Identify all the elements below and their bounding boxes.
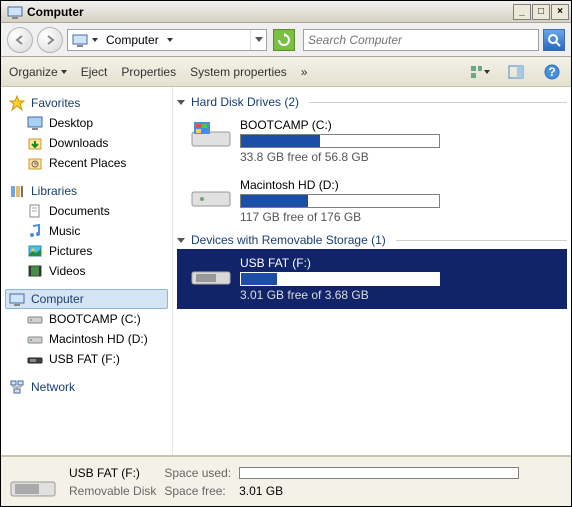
recent-icon — [27, 155, 43, 171]
sidebar-item-videos[interactable]: Videos — [5, 261, 168, 281]
preview-pane-button[interactable] — [505, 62, 527, 82]
address-bar[interactable]: Computer — [67, 29, 267, 51]
search-box[interactable] — [303, 29, 539, 51]
hdd-icon — [190, 178, 232, 210]
drive-bootcamp[interactable]: BOOTCAMP (C:) 33.8 GB free of 56.8 GB — [177, 111, 567, 171]
videos-icon — [27, 263, 43, 279]
eject-button[interactable]: Eject — [81, 65, 108, 79]
status-free-value: 3.01 GB — [239, 483, 525, 499]
group-removable[interactable]: Devices with Removable Storage (1) — [177, 231, 567, 249]
minimize-button[interactable]: _ — [513, 4, 531, 20]
status-usage-bar — [239, 467, 519, 479]
toolbar: Organize Eject Properties System propert… — [1, 57, 571, 87]
group-hard-disks[interactable]: Hard Disk Drives (2) — [177, 93, 567, 111]
sidebar-item-bootcamp[interactable]: BOOTCAMP (C:) — [5, 309, 168, 329]
usb-icon — [9, 464, 57, 500]
sidebar-item-downloads[interactable]: Downloads — [5, 133, 168, 153]
downloads-icon — [27, 135, 43, 151]
star-icon — [9, 95, 25, 111]
forward-button[interactable] — [37, 27, 63, 53]
sidebar-item-desktop[interactable]: Desktop — [5, 113, 168, 133]
hdd-icon — [190, 118, 232, 150]
desktop-icon — [27, 115, 43, 131]
sidebar-item-pictures[interactable]: Pictures — [5, 241, 168, 261]
search-input[interactable] — [308, 33, 534, 47]
status-type: Removable Disk — [69, 483, 162, 499]
back-button[interactable] — [7, 27, 33, 53]
close-button[interactable]: × — [551, 4, 569, 20]
sidebar-item-recent[interactable]: Recent Places — [5, 153, 168, 173]
sidebar-item-documents[interactable]: Documents — [5, 201, 168, 221]
usage-bar — [240, 194, 440, 208]
maximize-button[interactable]: □ — [532, 4, 550, 20]
organize-menu[interactable]: Organize — [9, 65, 67, 79]
computer-icon — [7, 4, 23, 20]
nav-bar: Computer — [1, 23, 571, 57]
documents-icon — [27, 203, 43, 219]
usage-bar — [240, 134, 440, 148]
search-button[interactable] — [543, 29, 565, 51]
collapse-icon[interactable] — [177, 238, 185, 243]
computer-icon — [9, 291, 25, 307]
svg-text:?: ? — [548, 65, 555, 79]
window-title: Computer — [27, 5, 513, 19]
sidebar-item-usbfat[interactable]: USB FAT (F:) — [5, 349, 168, 369]
drive-macintosh[interactable]: Macintosh HD (D:) 117 GB free of 176 GB — [177, 171, 567, 231]
refresh-button[interactable] — [273, 29, 295, 51]
explorer-window: Computer _ □ × Computer Organize Eject P… — [0, 0, 572, 507]
sidebar-computer[interactable]: Computer — [5, 289, 168, 309]
content-pane: Hard Disk Drives (2) BOOTCAMP (C:) 33.8 … — [173, 87, 571, 455]
properties-button[interactable]: Properties — [121, 65, 176, 79]
sidebar-favorites[interactable]: Favorites — [5, 93, 168, 113]
address-dropdown[interactable] — [250, 30, 266, 50]
collapse-icon[interactable] — [177, 100, 185, 105]
usb-icon — [27, 351, 43, 367]
hdd-icon — [27, 331, 43, 347]
breadcrumb-computer[interactable]: Computer — [106, 33, 159, 47]
pictures-icon — [27, 243, 43, 259]
toolbar-overflow[interactable]: » — [301, 65, 308, 79]
titlebar[interactable]: Computer _ □ × — [1, 1, 571, 23]
sidebar-libraries[interactable]: Libraries — [5, 181, 168, 201]
chevron-down-icon[interactable] — [167, 38, 173, 42]
status-name: USB FAT (F:) — [69, 465, 162, 481]
libraries-icon — [9, 183, 25, 199]
music-icon — [27, 223, 43, 239]
hdd-icon — [27, 311, 43, 327]
view-button[interactable] — [469, 62, 491, 82]
status-bar: USB FAT (F:) Space used: Removable Disk … — [1, 456, 571, 506]
sidebar-network[interactable]: Network — [5, 377, 168, 397]
system-properties-button[interactable]: System properties — [190, 65, 287, 79]
usage-bar — [240, 272, 440, 286]
navigation-pane: Favorites Desktop Downloads Recent Place… — [1, 87, 173, 455]
help-button[interactable]: ? — [541, 62, 563, 82]
usb-icon — [190, 256, 232, 288]
network-icon — [9, 379, 25, 395]
drive-usbfat[interactable]: USB FAT (F:) 3.01 GB free of 3.68 GB — [177, 249, 567, 309]
sidebar-item-macintosh[interactable]: Macintosh HD (D:) — [5, 329, 168, 349]
sidebar-item-music[interactable]: Music — [5, 221, 168, 241]
